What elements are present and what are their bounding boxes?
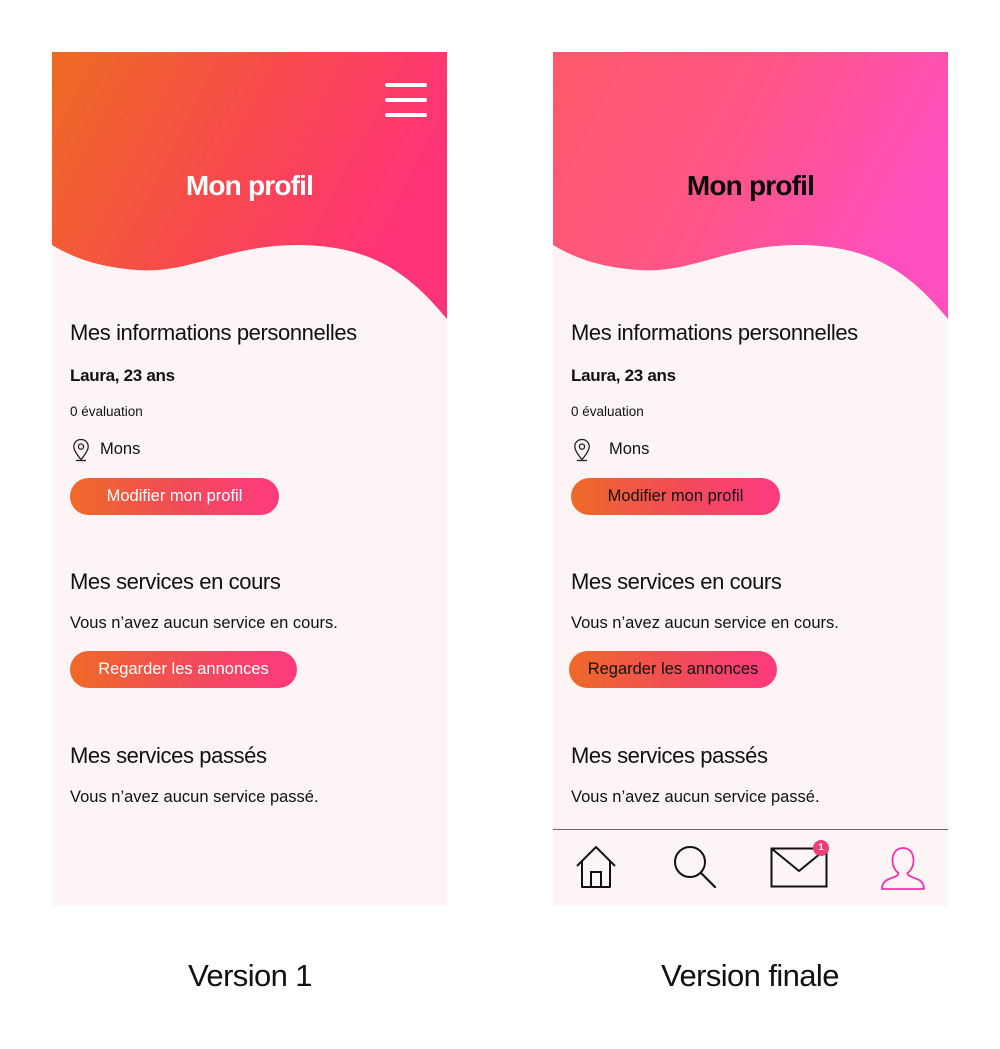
edit-profile-button[interactable]: Modifier mon profil: [571, 478, 780, 515]
past-services-heading: Mes services passés: [70, 743, 267, 768]
menu-icon-line: [385, 98, 427, 102]
menu-icon-line: [385, 83, 427, 87]
current-services-heading: Mes services en cours: [571, 569, 782, 594]
hamburger-menu-button[interactable]: [385, 83, 429, 121]
location-pin-icon: [73, 438, 89, 462]
menu-icon-line: [385, 113, 427, 117]
caption-version-finale: Version finale: [661, 958, 839, 993]
phone-screen-version-finale: Mon profil Mes informations personnelles…: [553, 52, 948, 906]
caption-version-1: Version 1: [188, 958, 312, 993]
past-services-heading: Mes services passés: [571, 743, 768, 768]
past-services-empty-text: Vous n’avez aucun service passé.: [70, 788, 319, 806]
profile-header: Mon profil: [553, 52, 948, 322]
location-text: Mons: [100, 440, 141, 458]
location-text: Mons: [609, 440, 650, 458]
profile-icon[interactable]: [880, 846, 926, 891]
current-services-empty-text: Vous n’avez aucun service en cours.: [70, 614, 338, 632]
mail-notification-badge: 1: [813, 840, 829, 856]
location-pin-icon: [574, 438, 590, 462]
personal-info-heading: Mes informations personnelles: [70, 320, 357, 345]
current-services-empty-text: Vous n’avez aucun service en cours.: [571, 614, 839, 632]
personal-info-heading: Mes informations personnelles: [571, 320, 858, 345]
bottom-navigation-bar: 1: [553, 829, 948, 906]
rating-count: 0 évaluation: [571, 404, 644, 419]
page-title: Mon profil: [185, 170, 314, 201]
home-icon[interactable]: [574, 844, 618, 890]
search-icon[interactable]: [672, 844, 718, 890]
profile-header: Mon profil: [52, 52, 447, 322]
user-name-age: Laura, 23 ans: [571, 366, 676, 385]
rating-count: 0 évaluation: [70, 404, 143, 419]
current-services-heading: Mes services en cours: [70, 569, 281, 594]
page-title: Mon profil: [686, 170, 815, 201]
past-services-empty-text: Vous n’avez aucun service passé.: [571, 788, 820, 806]
edit-profile-button[interactable]: Modifier mon profil: [70, 478, 279, 515]
phone-screen-version-1: Mon profil Mes informations personnelles…: [52, 52, 447, 906]
browse-listings-button[interactable]: Regarder les annonces: [569, 651, 777, 688]
browse-listings-button[interactable]: Regarder les annonces: [70, 651, 297, 688]
user-name-age: Laura, 23 ans: [70, 366, 175, 385]
